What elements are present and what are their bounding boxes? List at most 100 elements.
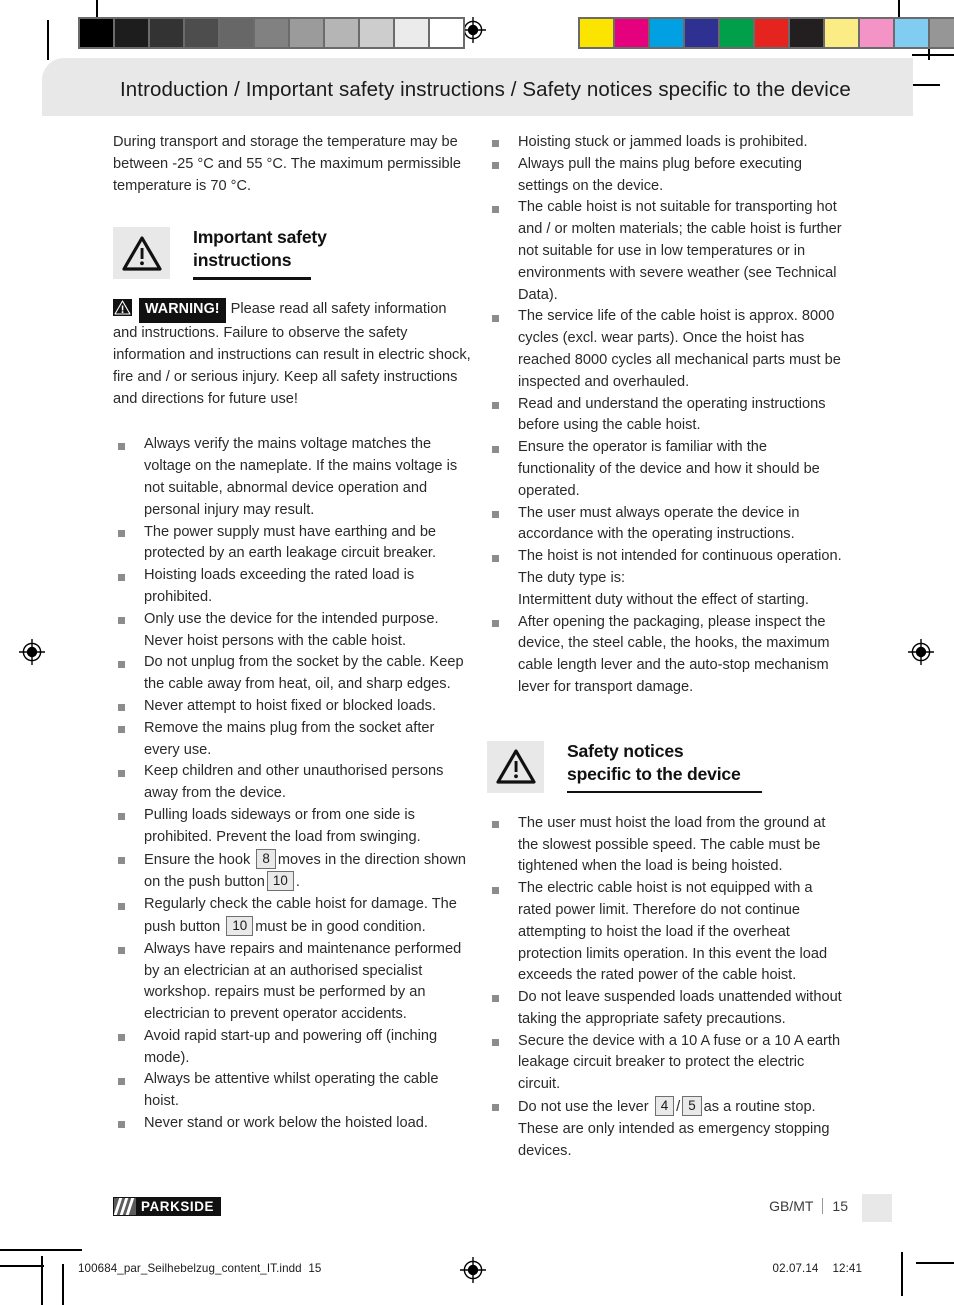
color-calibration-bar <box>578 17 954 49</box>
warning-triangle-glyph <box>121 236 162 271</box>
crop-mark-bl-h2 <box>0 1265 44 1267</box>
warning-badge-triangle-icon <box>113 299 132 317</box>
page-title: Introduction / Important safety instruct… <box>120 78 851 101</box>
list-item: Do not unplug from the socket by the cab… <box>113 652 473 696</box>
section-heading-underline <box>567 790 762 793</box>
language-code: GB/MT <box>769 1198 814 1214</box>
list-item-check-reference: Regularly check the cable hoist for dama… <box>113 894 473 939</box>
bullet-square-icon <box>492 619 499 627</box>
print-time-value: 12:41 <box>832 1262 862 1275</box>
print-info-divider <box>901 1258 903 1292</box>
calibration-swatch <box>255 19 288 47</box>
bullet-square-icon <box>118 769 125 777</box>
page-edge-tab <box>862 1194 892 1222</box>
list-item: The power supply must have earthing and … <box>113 522 473 566</box>
calibration-swatch <box>825 19 858 47</box>
section-heading-text: Safety notices specific to the device <box>567 740 741 786</box>
reference-separator: / <box>676 1099 681 1116</box>
registration-mark-left <box>19 639 45 665</box>
warning-triangle-icon <box>113 227 170 280</box>
right-bullet-list-top: Hoisting stuck or jammed loads is prohib… <box>487 132 847 699</box>
registration-mark-bottom <box>460 1257 486 1283</box>
print-date-value: 02.07.14 <box>772 1262 819 1275</box>
logo-wordmark: PARKSIDE <box>141 1199 215 1214</box>
warning-triangle-glyph <box>495 749 536 784</box>
list-item-text: The service life of the cable hoist is a… <box>518 308 841 390</box>
list-item: Remove the mains plug from the socket af… <box>113 718 473 762</box>
list-item-text: The user must hoist the load from the gr… <box>518 814 826 875</box>
section-heading-underline <box>193 277 311 280</box>
list-item-text: Always verify the mains voltage matches … <box>144 436 458 518</box>
calibration-swatch <box>290 19 323 47</box>
reference-number-4: 4 <box>654 1096 675 1117</box>
list-item: Always pull the mains plug before execut… <box>487 154 847 198</box>
calibration-swatch <box>185 19 218 47</box>
list-item: Read and understand the operating instru… <box>487 394 847 438</box>
calibration-swatch <box>430 19 463 47</box>
bullet-square-icon <box>118 902 125 910</box>
warning-triangle-icon <box>487 740 544 793</box>
list-item-text: The electric cable hoist is not equipped… <box>518 880 828 984</box>
warning-badge-triangle-glyph <box>114 300 131 315</box>
list-item: The user must always operate the device … <box>487 503 847 547</box>
bullet-square-icon <box>492 314 499 322</box>
list-item-text: Read and understand the operating instru… <box>518 395 826 434</box>
bullet-square-icon <box>492 886 499 894</box>
bullet-square-icon <box>118 813 125 821</box>
list-item: The electric cable hoist is not equipped… <box>487 878 847 987</box>
list-item: Do not leave suspended loads unattended … <box>487 987 847 1031</box>
intro-paragraph: During transport and storage the tempera… <box>113 134 462 194</box>
list-item: Only use the device for the intended pur… <box>113 609 473 653</box>
calibration-swatch <box>580 19 613 47</box>
bullet-square-icon <box>118 442 125 450</box>
bullet-square-icon <box>118 1034 125 1042</box>
print-filename-info: 100684_par_Seilhebelzug_content_IT.indd … <box>78 1262 321 1275</box>
calibration-swatch <box>395 19 428 47</box>
calibration-swatch <box>860 19 893 47</box>
bullet-square-icon <box>118 856 125 864</box>
list-item-text-end: . <box>295 874 300 891</box>
bullet-square-icon <box>118 726 125 734</box>
list-item-hook-reference: Ensure the hook 8 moves in the direction … <box>113 848 473 895</box>
crop-mark-tl-v2 <box>47 20 49 60</box>
list-item-text: Keep children and other unauthorised per… <box>144 763 444 802</box>
bullet-square-icon <box>492 510 499 518</box>
print-timestamp: 02.07.14 12:41 <box>773 1262 862 1275</box>
calibration-swatch <box>755 19 788 47</box>
calibration-swatch <box>325 19 358 47</box>
list-item-text: Always be attentive whilst operating the… <box>144 1071 439 1110</box>
section-heading-line1: Safety notices <box>567 740 684 761</box>
list-item-text: Do not use the lever <box>518 1099 649 1116</box>
list-item: Ensure the operator is familiar with the… <box>487 437 847 502</box>
bullet-square-icon <box>118 1121 125 1129</box>
list-item-text: The cable hoist is not suitable for tran… <box>518 199 842 303</box>
section-heading-line1: Important safety <box>193 227 327 248</box>
bullet-square-icon <box>492 205 499 213</box>
list-item: The hoist is not intended for continuous… <box>487 546 847 611</box>
list-item-text: The hoist is not intended for continuous… <box>518 548 842 608</box>
page-footer-meta: GB/MT 15 <box>769 1198 848 1214</box>
list-item-text-cont: must be in good condition. <box>255 918 426 935</box>
list-item-text: Remove the mains plug from the socket af… <box>144 719 435 758</box>
list-item-text: The user must always operate the device … <box>518 504 800 543</box>
reference-number-8: 8 <box>256 848 276 869</box>
bullet-square-icon <box>118 660 125 668</box>
section-heading-line2: instructions <box>193 250 292 271</box>
list-item-text: Pulling loads sideways or from one side … <box>144 806 421 845</box>
section-heading-important-safety: Important safety instructions <box>113 227 473 284</box>
grayscale-calibration-bar <box>78 17 465 49</box>
bullet-square-icon <box>118 947 125 955</box>
bullet-square-icon <box>492 995 499 1003</box>
crop-mark-bl-h <box>0 1249 82 1251</box>
list-item: Never stand or work below the hoisted lo… <box>113 1113 473 1135</box>
list-item-text: Never stand or work below the hoisted lo… <box>144 1115 428 1132</box>
parkside-logo: PARKSIDE <box>113 1197 222 1216</box>
crop-mark-bl-v <box>62 1264 64 1305</box>
list-item-text: Never attempt to hoist fixed or blocked … <box>144 697 437 714</box>
section-heading-safety-notices: Safety notices specific to the device <box>487 740 847 798</box>
calibration-swatch <box>360 19 393 47</box>
crop-mark-br-h <box>916 1262 954 1264</box>
section-heading-line2: specific to the device <box>567 763 741 784</box>
list-item: Hoisting stuck or jammed loads is prohib… <box>487 132 847 154</box>
list-item: Always be attentive whilst operating the… <box>113 1069 473 1113</box>
